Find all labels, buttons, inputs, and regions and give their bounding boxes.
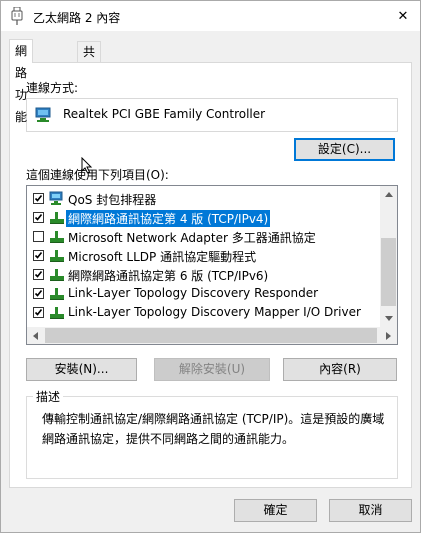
description-title: 描述 bbox=[33, 388, 64, 405]
install-button[interactable]: 安裝(N)... bbox=[26, 358, 137, 381]
item-label: QoS 封包排程器 bbox=[68, 193, 157, 207]
components-list[interactable]: QoS 封包排程器 網際網路通訊協定第 4 版 (TCP/IPv4) Micro… bbox=[26, 185, 398, 345]
item-label: Microsoft LLDP 通訊協定驅動程式 bbox=[68, 250, 257, 264]
scroll-down-icon[interactable] bbox=[380, 310, 397, 327]
item-checkbox[interactable] bbox=[33, 231, 44, 242]
list-item[interactable]: Link-Layer Topology Discovery Mapper I/O… bbox=[27, 303, 379, 322]
horizontal-scrollbar[interactable] bbox=[27, 327, 397, 344]
close-icon: ✕ bbox=[397, 8, 409, 24]
item-label-selected: 網際網路通訊協定第 4 版 (TCP/IPv4) bbox=[66, 210, 271, 227]
description-text: 傳輸控制通訊協定/網際網路通訊協定 (TCP/IP)。這是預設的廣域網路通訊協定… bbox=[42, 412, 385, 446]
item-label: Link-Layer Topology Discovery Mapper I/O… bbox=[68, 305, 361, 319]
list-item[interactable]: Microsoft Network Adapter 多工器通訊協定 bbox=[27, 227, 379, 246]
scroll-left-icon[interactable] bbox=[27, 327, 44, 344]
items-label: 這個連線使用下列項目(O): bbox=[26, 168, 169, 182]
scroll-right-icon[interactable] bbox=[380, 327, 397, 344]
item-label: 網際網路通訊協定第 6 版 (TCP/IPv6) bbox=[68, 269, 269, 283]
properties-dialog: 乙太網路 2 內容 ✕ 網路功能 共用 連線方式: Realtek PCI GB… bbox=[0, 0, 421, 533]
uninstall-button[interactable]: 解除安裝(U) bbox=[154, 358, 270, 381]
protocol-icon bbox=[50, 250, 64, 262]
mouse-cursor-icon bbox=[81, 157, 93, 174]
protocol-icon bbox=[50, 269, 64, 281]
tab-networking[interactable]: 網路功能 bbox=[9, 39, 34, 124]
connect-using-label: 連線方式: bbox=[26, 81, 79, 95]
item-checkbox[interactable] bbox=[33, 288, 44, 299]
protocol-icon bbox=[50, 307, 64, 319]
horizontal-scroll-thumb[interactable] bbox=[45, 328, 377, 343]
vertical-scrollbar[interactable] bbox=[380, 186, 397, 327]
item-checkbox[interactable] bbox=[33, 212, 44, 223]
protocol-icon bbox=[50, 212, 64, 224]
list-item[interactable]: 網際網路通訊協定第 6 版 (TCP/IPv6) bbox=[27, 265, 379, 284]
list-item[interactable]: Microsoft LLDP 通訊協定驅動程式 bbox=[27, 246, 379, 265]
close-button[interactable]: ✕ bbox=[386, 1, 420, 31]
item-checkbox[interactable] bbox=[33, 193, 44, 204]
list-item[interactable]: Link-Layer Topology Discovery Responder bbox=[27, 284, 379, 303]
properties-button[interactable]: 內容(R) bbox=[283, 358, 397, 381]
protocol-icon bbox=[50, 288, 64, 300]
adapter-name: Realtek PCI GBE Family Controller bbox=[63, 107, 266, 121]
tab-sharing[interactable]: 共用 bbox=[77, 41, 102, 80]
ok-button[interactable]: 確定 bbox=[234, 499, 317, 522]
item-label: Microsoft Network Adapter 多工器通訊協定 bbox=[68, 231, 316, 245]
vertical-scroll-thumb[interactable] bbox=[381, 238, 396, 306]
cancel-button[interactable]: 取消 bbox=[329, 499, 412, 522]
adapter-field: Realtek PCI GBE Family Controller bbox=[26, 98, 398, 132]
adapter-icon bbox=[35, 107, 51, 122]
client-icon bbox=[49, 191, 63, 205]
item-checkbox[interactable] bbox=[33, 307, 44, 318]
list-item[interactable]: 網際網路通訊協定第 4 版 (TCP/IPv4) bbox=[27, 208, 379, 227]
list-item[interactable]: QoS 封包排程器 bbox=[27, 189, 379, 208]
item-label: Link-Layer Topology Discovery Responder bbox=[68, 286, 319, 300]
network-adapter-icon bbox=[11, 7, 23, 25]
window-title: 乙太網路 2 內容 bbox=[33, 11, 121, 25]
configure-button[interactable]: 設定(C)... bbox=[294, 138, 395, 161]
scroll-up-icon[interactable] bbox=[380, 186, 397, 203]
protocol-icon bbox=[50, 231, 64, 243]
item-checkbox[interactable] bbox=[33, 250, 44, 261]
title-bar: 乙太網路 2 內容 ✕ bbox=[1, 1, 420, 31]
item-checkbox[interactable] bbox=[33, 269, 44, 280]
